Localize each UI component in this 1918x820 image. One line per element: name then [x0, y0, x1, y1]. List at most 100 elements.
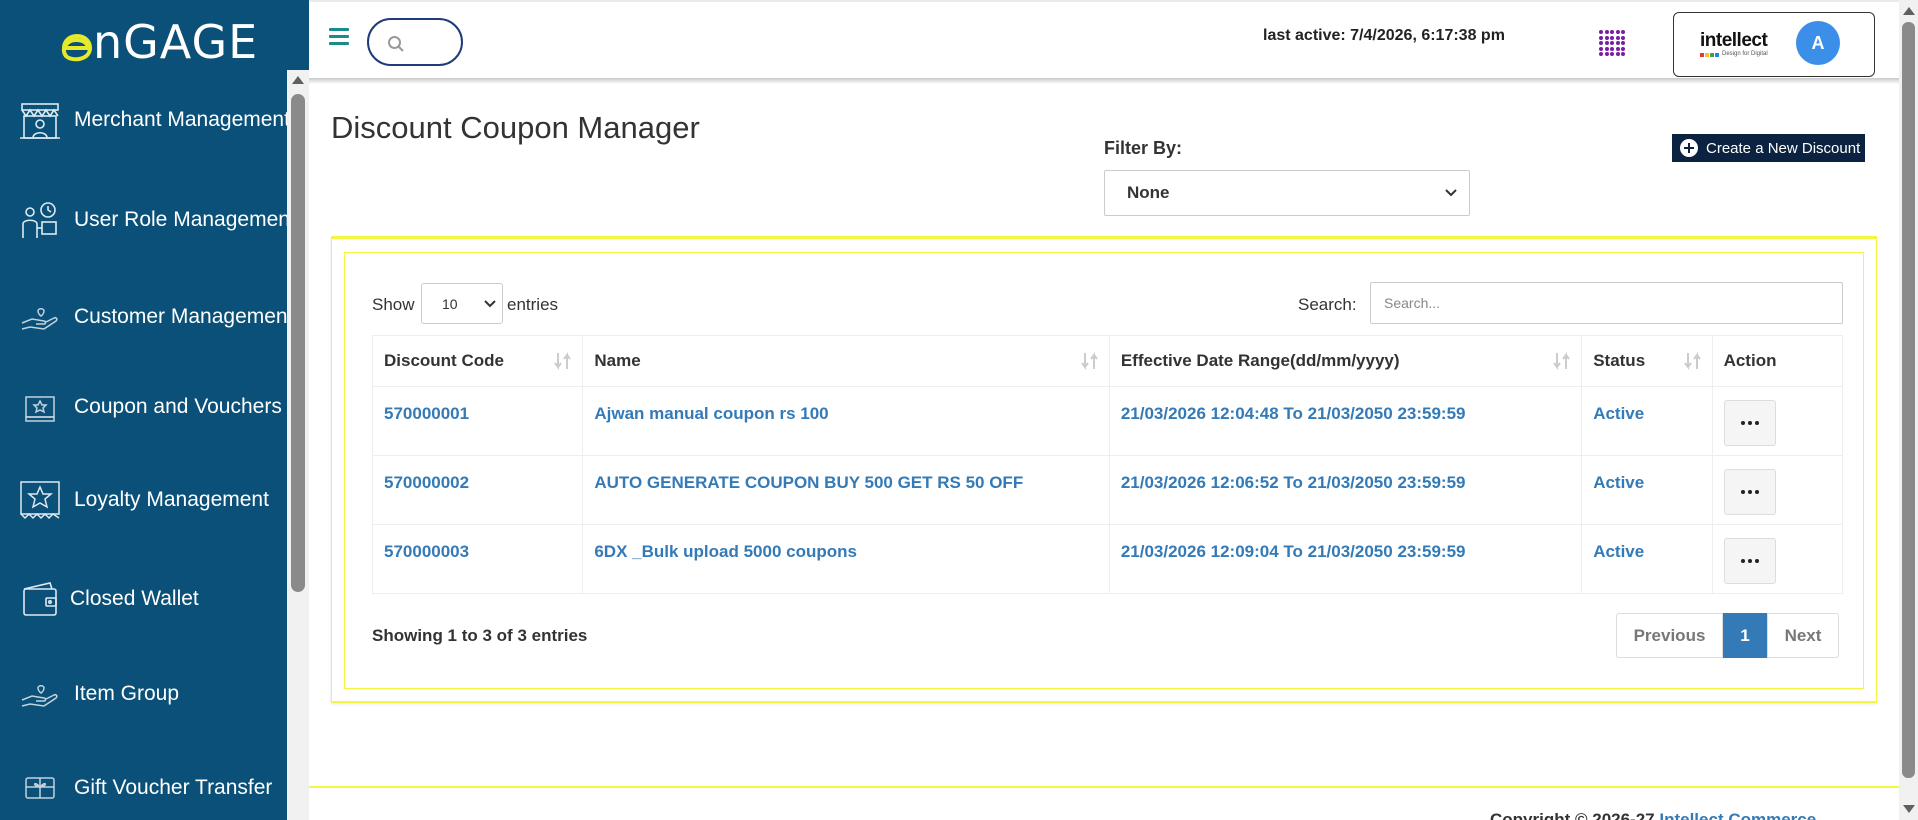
discount-name-link[interactable]: AUTO GENERATE COUPON BUY 500 GET RS 50 O…	[594, 473, 1023, 492]
name-cell[interactable]: AUTO GENERATE COUPON BUY 500 GET RS 50 O…	[582, 455, 1110, 525]
column-header-effective-date-range[interactable]: Effective Date Range(dd/mm/yyyy)	[1108, 335, 1583, 387]
sidebar-item-label: Coupon and Vouchers	[74, 395, 282, 418]
column-header-status[interactable]: Status	[1581, 335, 1713, 387]
sort-icon[interactable]	[554, 351, 572, 371]
copyright-prefix: Copyright © 2026-27	[1490, 810, 1660, 820]
pagination: Previous 1 Next	[1616, 613, 1839, 658]
table-row: 570000002 AUTO GENERATE COUPON BUY 500 G…	[371, 455, 1844, 525]
sidebar-item-label: Customer Management	[74, 305, 294, 328]
copyright-link[interactable]: Intellect Commerce	[1659, 810, 1816, 820]
page-scrollbar-thumb[interactable]	[1902, 22, 1915, 778]
discount-code-cell[interactable]: 570000001	[371, 386, 584, 456]
action-cell	[1711, 524, 1844, 594]
date-range-cell: 21/03/2026 12:09:04 To 21/03/2050 23:59:…	[1108, 524, 1583, 594]
previous-page-button[interactable]: Previous	[1616, 613, 1723, 658]
discount-table-container: Show 10 entries Search: Discount Code	[344, 252, 1864, 689]
sidebar-item-item-group[interactable]: Item Group	[0, 664, 287, 724]
item-group-icon	[18, 672, 62, 716]
sidebar-item-gift-voucher-transfer[interactable]: Gift Voucher Transfer	[0, 758, 287, 818]
coupon-icon	[18, 385, 62, 429]
date-range-text: 21/03/2026 12:04:48 To 21/03/2050 23:59:…	[1120, 404, 1466, 423]
more-actions-button[interactable]	[1723, 400, 1776, 446]
copyright-text: Copyright © 2026-27 Intellect Commerce	[1490, 810, 1816, 820]
scroll-up-arrow-icon[interactable]	[292, 76, 304, 84]
entries-label: entries	[507, 295, 559, 314]
column-header-label: Name	[594, 351, 641, 370]
sidebar-item-label: User Role Management	[74, 208, 296, 231]
top-header: last active: 7/4/2026, 6:17:38 pm intell…	[309, 0, 1899, 80]
apps-grid-icon[interactable]	[1599, 30, 1625, 56]
sidebar-item-coupon-and-vouchers[interactable]: Coupon and Vouchers	[0, 377, 287, 437]
scroll-up-arrow-icon[interactable]	[1903, 7, 1915, 15]
sidebar-scrollbar-thumb[interactable]	[291, 94, 305, 592]
next-page-button[interactable]: Next	[1767, 613, 1839, 658]
sidebar-scrollbar[interactable]	[287, 70, 309, 820]
sidebar-item-loyalty-management[interactable]: Loyalty Management	[0, 470, 287, 530]
status-badge: Active	[1593, 542, 1645, 561]
table-header-row: Discount Code Name Effective Date Range(…	[371, 335, 1844, 387]
main-content: Discount Coupon Manager Filter By: None …	[309, 84, 1899, 820]
column-header-label: Discount Code	[384, 351, 504, 370]
show-label: Show	[372, 295, 415, 314]
sidebar-item-customer-management[interactable]: Customer Management	[0, 287, 293, 347]
column-header-discount-code[interactable]: Discount Code	[371, 335, 584, 387]
brand-tagline: Design for Digital	[1722, 51, 1768, 57]
create-new-discount-button[interactable]: Create a New Discount	[1672, 134, 1865, 162]
last-active-timestamp: last active: 7/4/2026, 6:17:38 pm	[1263, 27, 1505, 44]
status-badge: Active	[1593, 473, 1645, 492]
discount-name-link[interactable]: 6DX _Bulk upload 5000 coupons	[594, 542, 857, 561]
status-cell: Active	[1581, 386, 1713, 456]
filter-by-select[interactable]: None	[1104, 170, 1470, 216]
discount-code-link[interactable]: 570000003	[384, 542, 469, 561]
discount-coupon-table: Discount Code Name Effective Date Range(…	[371, 335, 1844, 594]
sidebar-item-label: Item Group	[74, 682, 180, 705]
sidebar-item-closed-wallet[interactable]: Closed Wallet	[0, 569, 287, 629]
discount-name-link[interactable]: Ajwan manual coupon rs 100	[594, 404, 828, 423]
engage-logo[interactable]: nGAGE	[56, 12, 258, 72]
more-actions-button[interactable]	[1723, 538, 1776, 584]
intellect-brand-logo: intellect Design for Digital	[1700, 31, 1768, 57]
column-header-label: Action	[1723, 351, 1777, 370]
status-badge: Active	[1593, 404, 1645, 423]
entries-per-page-select[interactable]: 10	[421, 283, 503, 324]
sidebar-item-merchant-management[interactable]: Merchant Management	[0, 90, 290, 150]
create-new-discount-label: Create a New Discount	[1706, 139, 1861, 157]
sort-icon[interactable]	[1081, 351, 1099, 371]
discount-code-link[interactable]: 570000002	[384, 473, 469, 492]
discount-code-cell[interactable]: 570000003	[371, 524, 584, 594]
showing-entries-info: Showing 1 to 3 of 3 entries	[372, 626, 588, 645]
column-header-action: Action	[1711, 335, 1844, 387]
discount-code-link[interactable]: 570000001	[384, 404, 469, 423]
user-profile-box[interactable]: intellect Design for Digital A	[1673, 12, 1875, 77]
sidebar-item-label: Gift Voucher Transfer	[74, 776, 273, 799]
sort-icon[interactable]	[1553, 351, 1571, 371]
customer-hand-icon	[18, 295, 62, 339]
column-header-name[interactable]: Name	[582, 335, 1110, 387]
name-cell[interactable]: 6DX _Bulk upload 5000 coupons	[582, 524, 1110, 594]
more-actions-button[interactable]	[1723, 469, 1776, 515]
engage-logo-mark-icon	[61, 34, 93, 62]
page-scrollbar[interactable]	[1899, 0, 1918, 820]
global-search-input[interactable]	[367, 18, 463, 66]
sidebar-item-label: Merchant Management	[74, 108, 290, 131]
search-icon	[388, 36, 404, 52]
sidebar-item-user-role-management[interactable]: User Role Management	[0, 190, 296, 250]
entries-per-page-value: 10	[442, 295, 458, 312]
merchant-store-icon	[18, 98, 62, 142]
date-range-cell: 21/03/2026 12:04:48 To 21/03/2050 23:59:…	[1108, 386, 1583, 456]
sidebar-item-label: Closed Wallet	[70, 587, 199, 610]
name-cell[interactable]: Ajwan manual coupon rs 100	[582, 386, 1110, 456]
avatar[interactable]: A	[1796, 21, 1840, 65]
action-cell	[1711, 455, 1844, 525]
user-role-icon	[18, 198, 62, 242]
action-cell	[1711, 386, 1844, 456]
scroll-down-arrow-icon[interactable]	[1903, 805, 1915, 813]
filter-by-value: None	[1127, 183, 1170, 202]
chevron-down-icon	[1445, 189, 1457, 197]
sort-icon[interactable]	[1683, 351, 1702, 371]
table-search-input[interactable]	[1370, 282, 1843, 324]
page-title: Discount Coupon Manager	[331, 110, 700, 145]
hamburger-menu-icon[interactable]	[329, 28, 349, 46]
page-1-button[interactable]: 1	[1723, 613, 1767, 658]
discount-code-cell[interactable]: 570000002	[371, 455, 584, 525]
